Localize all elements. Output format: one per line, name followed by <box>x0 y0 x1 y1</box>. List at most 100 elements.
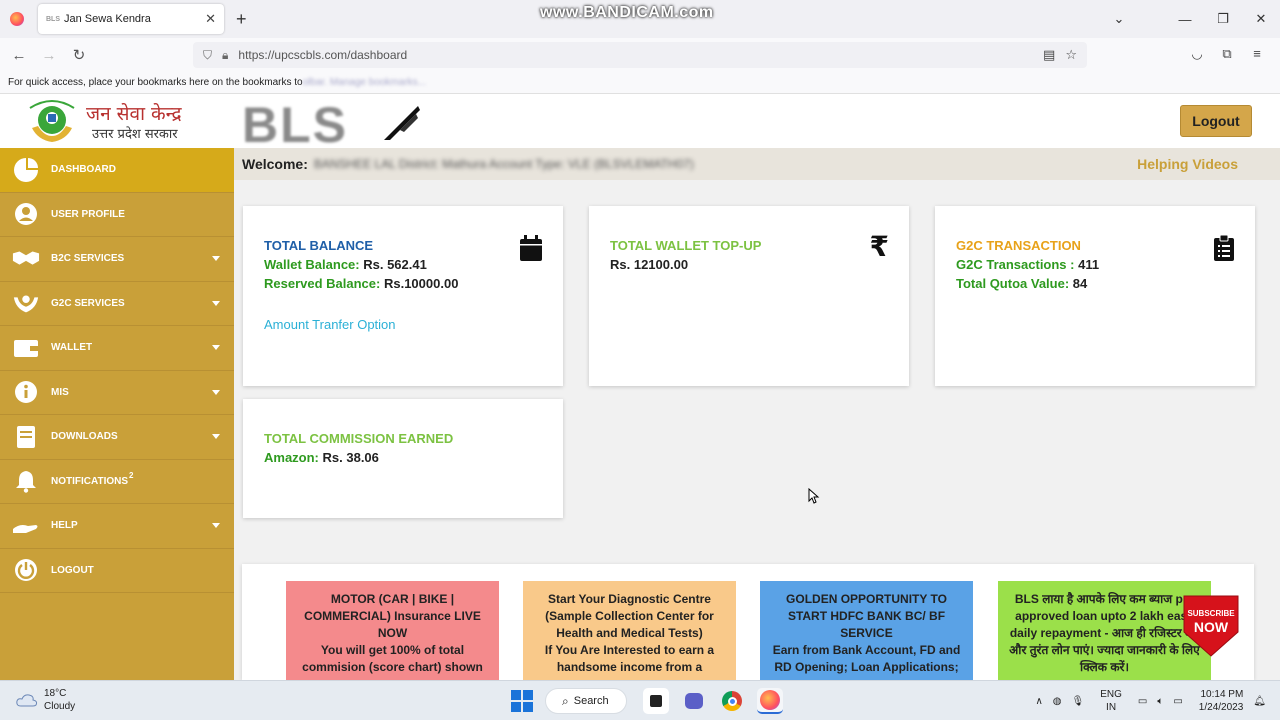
caret-down-icon[interactable] <box>212 345 220 350</box>
tab-list-chevron-icon[interactable]: ⌄ <box>1100 11 1138 27</box>
weather-condition: Cloudy <box>44 701 76 712</box>
lock-icon[interactable]: 🔒︎ <box>222 48 228 63</box>
caret-down-icon[interactable] <box>212 389 220 395</box>
battery-icon[interactable]: ▭ <box>1173 696 1182 707</box>
g2c-transaction-card: G2C TRANSACTION G2C Transactions : 411 T… <box>935 206 1255 386</box>
minimize-icon[interactable]: — <box>1166 12 1204 27</box>
notification-center-icon[interactable]: 🔔︎ <box>1253 696 1266 707</box>
promo-banner-3[interactable]: GOLDEN OPPORTUNITY TO START HDFC BANK BC… <box>760 581 973 681</box>
wallet-balance-row: Wallet Balance: Rs. 562.41 <box>264 257 543 272</box>
windows-start-icon[interactable] <box>511 690 533 712</box>
help-hand-icon <box>12 512 40 540</box>
mouse-cursor-icon <box>808 488 820 504</box>
sidebar-item-downloads[interactable]: DOWNLOADS <box>0 415 234 460</box>
quota-value-row: Total Qutoa Value: 84 <box>956 276 1235 291</box>
reader-view-icon[interactable]: ▤ <box>1043 47 1055 63</box>
sidebar-item-b2c-services[interactable]: B2C SERVICES <box>0 237 234 282</box>
promo-banner-area: MOTOR (CAR | BIKE | COMMERCIAL) Insuranc… <box>242 564 1254 681</box>
recording-watermark: www.BANDICAM.com <box>540 4 714 21</box>
total-balance-title: TOTAL BALANCE <box>264 238 374 253</box>
caret-down-icon[interactable] <box>212 256 220 261</box>
promo-banner-2[interactable]: Start Your Diagnostic Centre (Sample Col… <box>523 581 736 681</box>
header-logout-button[interactable]: Logout <box>1180 105 1252 137</box>
back-icon[interactable]: ← <box>4 47 34 64</box>
taskbar-search-label: Search <box>573 695 609 707</box>
weather-widget[interactable]: 18°C Cloudy <box>16 687 75 713</box>
network-globe-icon[interactable]: ◍ <box>1053 696 1062 707</box>
sidebar-item-wallet[interactable]: WALLET <box>0 326 234 371</box>
clock-time: 10:14 PM <box>1200 689 1244 700</box>
browser-tab[interactable]: BLS Jan Sewa Kendra ✕ <box>38 4 224 34</box>
microphone-icon[interactable]: 🎙︎ <box>1072 696 1085 707</box>
promo-banner-1[interactable]: MOTOR (CAR | BIKE | COMMERCIAL) Insuranc… <box>286 581 499 681</box>
sidebar-item-label: B2C SERVICES <box>51 253 125 265</box>
windows-taskbar: 18°C Cloudy ⌕ Search ∧ ◍ 🎙︎ ENG IN ▭ 🔈︎ … <box>0 680 1280 720</box>
task-view-icon[interactable] <box>643 688 669 714</box>
browser-tab-bar: BLS Jan Sewa Kendra ✕ + www.BANDICAM.com… <box>0 0 1280 38</box>
sidebar-item-dashboard[interactable]: DASHBOARD <box>0 148 234 193</box>
caret-down-icon[interactable] <box>212 434 220 439</box>
chrome-icon[interactable] <box>719 688 745 714</box>
commission-title: TOTAL COMMISSION EARNED <box>264 431 454 446</box>
system-clock[interactable]: 10:14 PM 1/24/2023 <box>1199 688 1244 714</box>
sidebar-item-mis[interactable]: MIS <box>0 371 234 415</box>
caret-down-icon[interactable] <box>212 523 220 528</box>
caret-down-icon[interactable] <box>212 300 220 306</box>
sidebar-item-logout[interactable]: LOGOUT <box>0 549 234 593</box>
tray-chevron-icon[interactable]: ∧ <box>1035 696 1042 707</box>
sidebar-item-notifications[interactable]: NOTIFICATIONS 2 <box>0 460 234 504</box>
sidebar-item-label: USER PROFILE <box>51 208 125 220</box>
tab-close-icon[interactable]: ✕ <box>205 11 216 27</box>
amazon-label: Amazon: <box>264 450 319 465</box>
welcome-label: Welcome: <box>242 156 308 172</box>
info-icon <box>12 378 40 406</box>
extensions-icon[interactable]: ⧉ <box>1212 46 1242 62</box>
tab-title: Jan Sewa Kendra <box>64 13 151 25</box>
g2c-transaction-title: G2C TRANSACTION <box>956 238 1081 253</box>
bookmarks-bar: For quick access, place your bookmarks h… <box>0 72 1280 94</box>
firefox-taskbar-icon[interactable] <box>757 688 783 714</box>
forward-icon[interactable]: → <box>34 47 64 64</box>
bookmark-star-icon[interactable]: ☆ <box>1065 47 1077 63</box>
language-indicator[interactable]: ENG IN <box>1100 688 1122 714</box>
bookmarks-hint-link[interactable]: olbar. Manage bookmarks... <box>303 77 426 88</box>
browser-nav-bar: ← → ↻ ⛉ 🔒︎ https://upcscbls.com/dashboar… <box>0 38 1280 72</box>
sidebar-item-g2c-services[interactable]: G2C SERVICES <box>0 282 234 326</box>
new-tab-icon[interactable]: + <box>236 9 247 30</box>
helping-videos-link[interactable]: Helping Videos <box>1137 156 1238 172</box>
clock-date: 1/24/2023 <box>1198 702 1244 713</box>
subscribe-line2: NOW <box>1194 619 1229 635</box>
chat-icon[interactable] <box>681 688 707 714</box>
sidebar-item-user-profile[interactable]: USER PROFILE <box>0 193 234 237</box>
url-text[interactable]: https://upcscbls.com/dashboard <box>238 48 1043 62</box>
jsk-subtitle: उत्तर प्रदेश सरकार <box>92 127 178 142</box>
shield-icon[interactable]: ⛉ <box>203 48 212 63</box>
pocket-icon[interactable]: ◡ <box>1182 46 1212 62</box>
menu-icon[interactable]: ≡ <box>1242 46 1272 62</box>
reserved-balance-label: Reserved Balance: <box>264 276 381 291</box>
quota-value-label: Total Qutoa Value: <box>956 276 1070 291</box>
reserved-balance-value: Rs.10000.00 <box>383 276 459 291</box>
amount-transfer-link[interactable]: Amount Tranfer Option <box>264 317 543 332</box>
firefox-icon[interactable] <box>10 12 24 26</box>
volume-icon[interactable]: 🔈︎ <box>1157 696 1163 707</box>
sidebar-item-label: G2C SERVICES <box>51 297 125 309</box>
bls-mark-icon <box>384 106 420 140</box>
subscribe-badge[interactable]: SUBSCRIBE NOW <box>1180 592 1242 658</box>
reload-icon[interactable]: ↻ <box>64 46 94 64</box>
display-icon[interactable]: ▭ <box>1138 696 1147 707</box>
lang-line2: IN <box>1106 702 1117 713</box>
window-close-icon[interactable]: ✕ <box>1242 11 1280 27</box>
lang-line1: ENG <box>1100 689 1122 700</box>
sidebar-item-help[interactable]: HELP <box>0 504 234 549</box>
g2c-transactions-label: G2C Transactions : <box>956 257 1075 272</box>
restore-icon[interactable]: ❐ <box>1204 11 1242 27</box>
taskbar-search[interactable]: ⌕ Search <box>545 688 627 714</box>
quota-value-value: 84 <box>1072 276 1088 291</box>
hands-icon <box>12 289 40 317</box>
address-bar[interactable]: ⛉ 🔒︎ https://upcscbls.com/dashboard ▤ ☆ <box>193 42 1087 68</box>
jsk-title: जन सेवा केन्द्र <box>86 103 182 125</box>
bookmarks-hint: For quick access, place your bookmarks h… <box>8 77 303 88</box>
bls-logo: BLS <box>242 97 348 153</box>
sidebar-item-label: MIS <box>51 386 69 398</box>
